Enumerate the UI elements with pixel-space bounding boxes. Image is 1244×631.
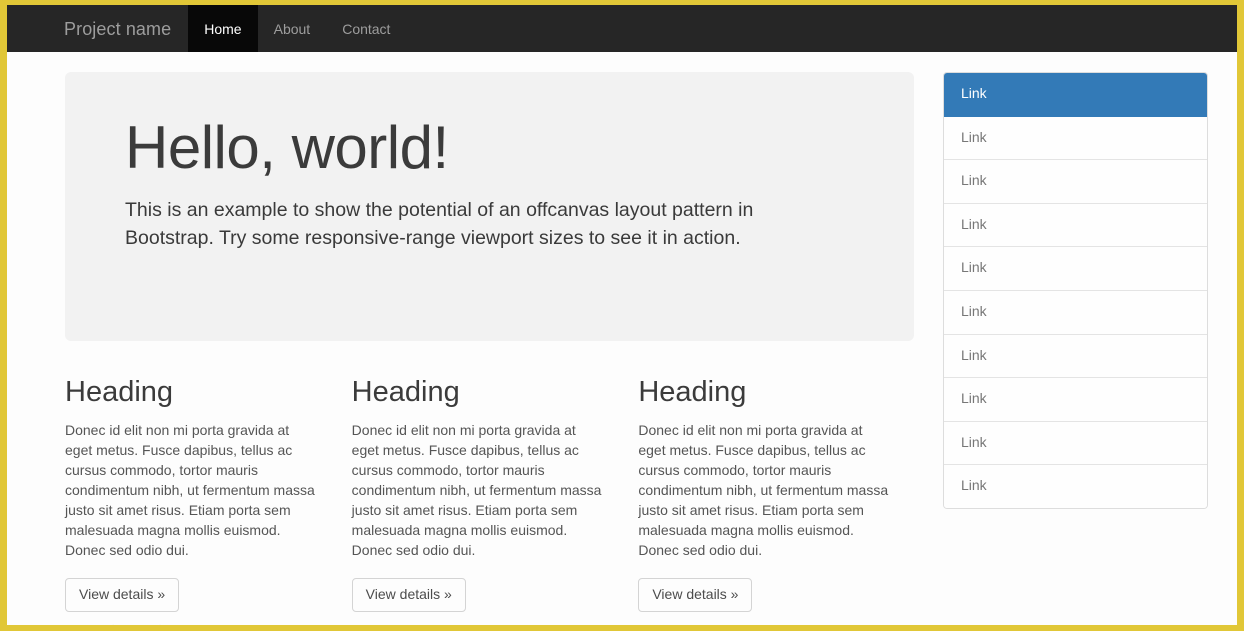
page-frame: Project name Home About Contact Hello, w… — [0, 0, 1244, 631]
view-details-button[interactable]: View details » — [351, 578, 466, 612]
sidebar-item-5[interactable]: Link — [944, 247, 1207, 291]
nav-link-about[interactable]: About — [258, 5, 327, 52]
sidebar-item-10[interactable]: Link — [944, 465, 1207, 508]
nav-item-contact[interactable]: Contact — [326, 5, 406, 52]
sidebar-item-1[interactable]: Link — [944, 73, 1207, 117]
feature-heading: Heading — [65, 376, 174, 408]
page-body: Hello, world! This is an example to show… — [7, 52, 1237, 631]
nav-link-contact[interactable]: Contact — [326, 5, 406, 52]
sidebar: Link Link Link Link Link Link Link Link … — [943, 72, 1208, 509]
feature-body: Donec id elit non mi porta gravida at eg… — [638, 421, 889, 558]
sidebar-list-group: Link Link Link Link Link Link Link Link … — [943, 72, 1208, 509]
nav-link-home[interactable]: Home — [188, 5, 258, 52]
sidebar-item-4[interactable]: Link — [944, 203, 1207, 248]
feature-body: Donec id elit non mi porta gravida at eg… — [65, 421, 315, 558]
feature-heading: Heading — [351, 376, 460, 408]
navbar-brand[interactable]: Project name — [64, 5, 188, 52]
feature-column-2: Heading Donec id elit non mi porta gravi… — [351, 376, 639, 612]
jumbotron-lead: This is an example to show the potential… — [125, 199, 754, 249]
feature-body: Donec id elit non mi porta gravida at eg… — [351, 421, 602, 558]
sidebar-item-2[interactable]: Link — [944, 116, 1207, 161]
nav-item-home[interactable]: Home — [188, 5, 258, 52]
feature-heading: Heading — [638, 376, 747, 408]
sidebar-item-8[interactable]: Link — [944, 378, 1207, 422]
jumbotron-heading: Hello, world! — [125, 114, 449, 181]
feature-column-3: Heading Donec id elit non mi porta gravi… — [638, 376, 925, 612]
sidebar-item-9[interactable]: Link — [944, 421, 1207, 466]
jumbotron: Hello, world! This is an example to show… — [65, 72, 914, 341]
view-details-button[interactable]: View details » — [65, 578, 180, 612]
watermark-text: www.somesitetemplate.com — [37, 622, 213, 631]
nav-item-about[interactable]: About — [258, 5, 327, 52]
view-details-button[interactable]: View details » — [638, 578, 753, 612]
sidebar-item-3[interactable]: Link — [944, 160, 1207, 204]
feature-columns: Heading Donec id elit non mi porta gravi… — [65, 376, 925, 612]
top-navbar: Project name Home About Contact — [7, 5, 1237, 52]
feature-column-1: Heading Donec id elit non mi porta gravi… — [65, 376, 352, 612]
navbar-nav: Home About Contact — [188, 5, 406, 52]
sidebar-item-7[interactable]: Link — [944, 334, 1207, 379]
sidebar-item-6[interactable]: Link — [944, 290, 1207, 335]
